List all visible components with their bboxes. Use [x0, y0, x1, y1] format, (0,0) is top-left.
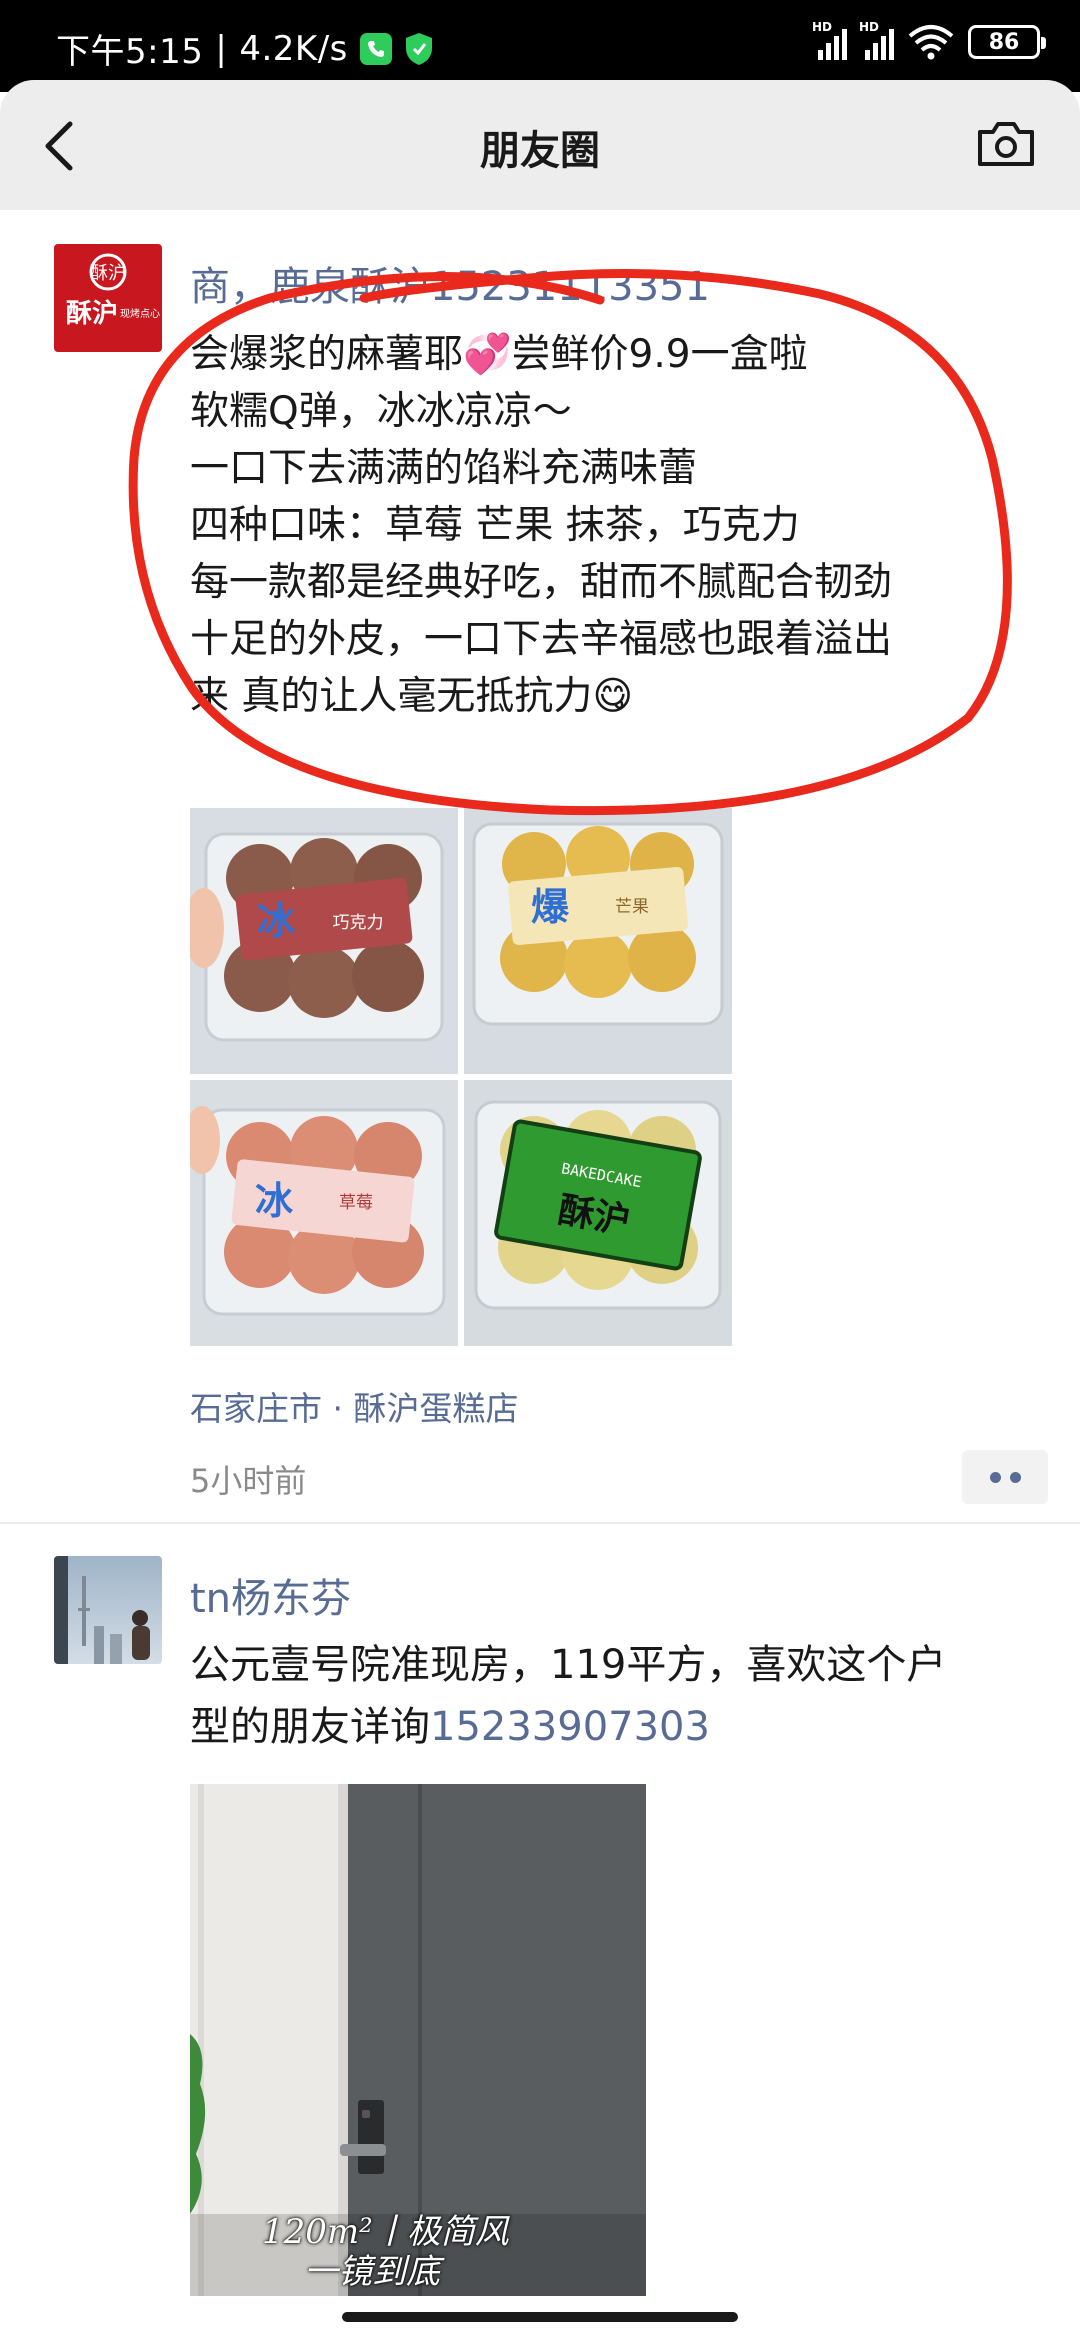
page-title: 朋友圈	[480, 128, 600, 174]
phone-icon	[359, 32, 392, 65]
post-text-line: 四种口味：草莓 芒果 抹茶，巧克力	[190, 503, 800, 548]
status-left: 下午5:15 | 4.2K/s	[56, 24, 434, 73]
post-text-line: 十足的外皮，一口下去辛福感也跟着溢出	[190, 617, 893, 662]
product-image-chocolate[interactable]: 冰 巧克力	[190, 808, 458, 1074]
post-text-line: 型的朋友详询15233907303	[190, 1696, 1020, 1758]
post-text: 公元壹号院准现房，119平方，喜欢这个户 型的朋友详询15233907303	[190, 1634, 1020, 1758]
svg-text:酥沪: 酥沪	[90, 263, 126, 284]
status-right: HD HD 86	[812, 20, 1046, 60]
avatar[interactable]: 酥沪 酥沪 现烤点心	[54, 244, 162, 352]
dot-icon	[989, 1471, 1001, 1483]
home-indicator	[342, 2312, 738, 2322]
svg-text:爆: 爆	[531, 885, 570, 929]
svg-text:酥沪: 酥沪	[66, 299, 118, 329]
product-image-mango[interactable]: 爆 芒果	[464, 808, 732, 1074]
image-grid: 冰 巧克力 爆 芒果 冰 草莓 BAKEDCAKE 酥沪	[190, 808, 732, 1346]
post-text-line: 公元壹号院准现房，119平方，喜欢这个户	[190, 1642, 947, 1688]
status-divider: |	[215, 28, 228, 69]
post-text-prefix: 型的朋友详询	[190, 1704, 430, 1750]
avatar[interactable]	[54, 1556, 162, 1664]
svg-text:冰: 冰	[255, 1179, 294, 1223]
post-text-line: 会爆浆的麻薯耶💞尝鲜价9.9一盒啦	[190, 332, 808, 377]
svg-text:芒果: 芒果	[615, 897, 649, 917]
post-author[interactable]: tn杨东芬	[190, 1566, 351, 1624]
post-author[interactable]: 商，鹿泉酥沪15231113351	[190, 254, 710, 312]
svg-text:草莓: 草莓	[339, 1193, 373, 1213]
moments-header: 朋友圈	[0, 80, 1080, 210]
product-image-strawberry[interactable]: 冰 草莓	[190, 1080, 458, 1346]
phone-link[interactable]: 15233907303	[430, 1704, 710, 1750]
svg-text:冰: 冰	[257, 899, 296, 943]
signal-icon: HD	[812, 20, 847, 60]
post-time: 5小时前	[190, 1462, 307, 1500]
post-divider	[0, 1522, 1080, 1524]
product-image-matcha[interactable]: BAKEDCAKE 酥沪	[464, 1080, 732, 1346]
status-bar: 下午5:15 | 4.2K/s HD HD 86	[0, 0, 1080, 92]
shop-logo-icon: 酥沪 酥沪 现烤点心	[66, 253, 160, 329]
svg-text:巧克力: 巧克力	[333, 913, 384, 933]
post-text-line: 来 真的让人毫无抵抗力😋	[190, 674, 634, 719]
video-caption: 一镜到底	[304, 2252, 440, 2292]
dot-icon	[1009, 1471, 1021, 1483]
post-text-line: 软糯Q弹，冰冰凉凉～	[190, 389, 572, 434]
video-thumbnail[interactable]: 120m²丨极简风 一镜到底	[190, 1784, 646, 2296]
post-location[interactable]: 石家庄市 · 酥沪蛋糕店	[190, 1382, 518, 1430]
shield-icon	[405, 32, 432, 65]
post-text: 会爆浆的麻薯耶💞尝鲜价9.9一盒啦 软糯Q弹，冰冰凉凉～ 一口下去满满的馅料充满…	[190, 326, 1020, 725]
svg-text:现烤点心: 现烤点心	[120, 307, 160, 320]
status-net-speed: 4.2K/s	[239, 28, 348, 69]
battery-level: 86	[988, 29, 1020, 55]
wifi-icon	[908, 25, 954, 60]
status-time: 下午5:15	[56, 32, 204, 72]
signal-icon: HD	[859, 20, 894, 60]
post-text-line: 每一款都是经典好吃，甜而不腻配合韧劲	[190, 560, 893, 605]
battery-icon: 86	[968, 25, 1046, 59]
post-text-line: 一口下去满满的馅料充满味蕾	[190, 446, 698, 491]
more-actions-button[interactable]	[962, 1450, 1048, 1504]
camera-icon[interactable]	[976, 118, 1036, 170]
